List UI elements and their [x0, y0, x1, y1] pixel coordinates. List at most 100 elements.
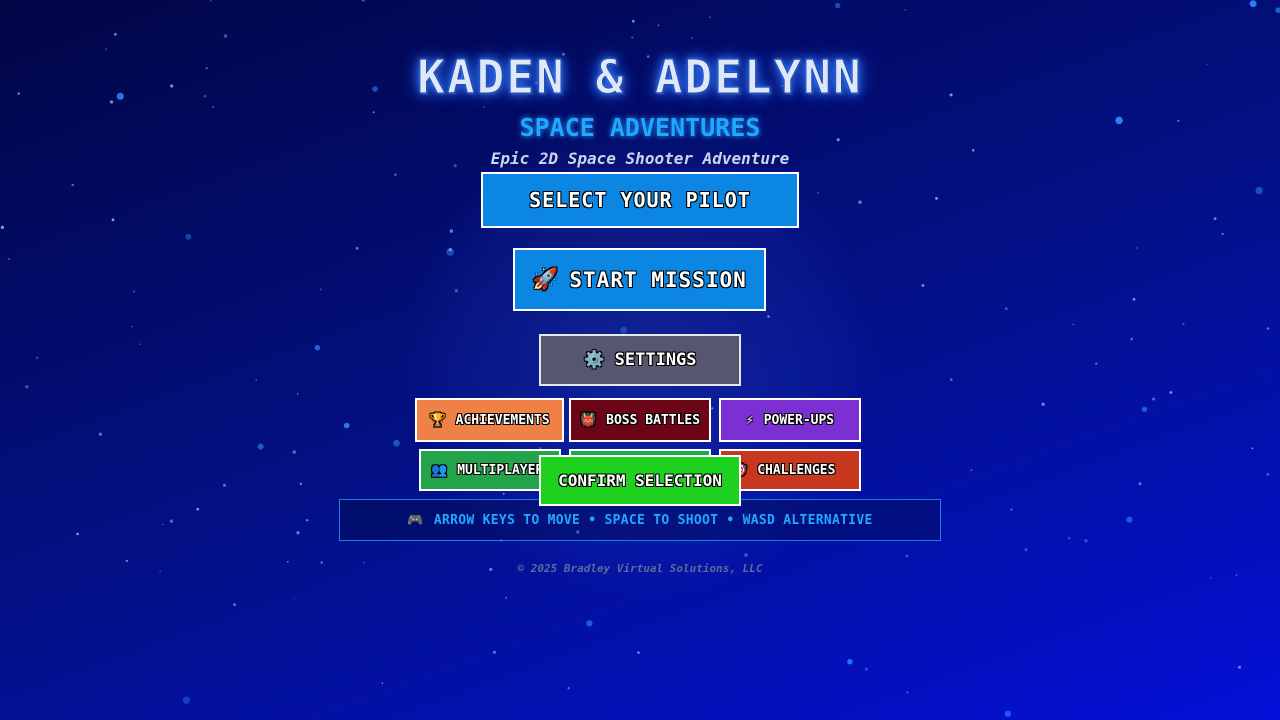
start-mission-label: START MISSION	[569, 267, 747, 292]
star	[0, 225, 4, 229]
power-ups-label: POWER-UPS	[763, 412, 835, 428]
star	[98, 432, 103, 436]
ogre-icon: 👹	[579, 412, 597, 428]
star	[631, 19, 635, 23]
star	[210, 0, 212, 2]
star	[133, 290, 136, 293]
star	[505, 596, 508, 599]
star	[1004, 710, 1012, 717]
star	[182, 696, 191, 704]
power-ups-button[interactable]: ⚡ POWER-UPS	[719, 398, 861, 442]
star	[864, 667, 868, 671]
select-pilot-button[interactable]: SELECT YOUR PILOT	[481, 172, 799, 228]
settings-button[interactable]: ⚙️ SETTINGS	[539, 334, 741, 386]
star	[834, 2, 841, 9]
game-subtitle: SPACE ADVENTURES	[519, 113, 761, 142]
star	[1130, 337, 1133, 341]
star	[361, 0, 365, 2]
star	[131, 325, 133, 328]
star	[935, 197, 938, 200]
confirm-selection-label: CONFIRM SELECTION	[558, 471, 722, 490]
star	[111, 218, 115, 222]
star	[196, 507, 200, 511]
controls-hint-text: ARROW KEYS TO MOVE • SPACE TO SHOOT • WA…	[433, 512, 873, 528]
star	[343, 422, 350, 429]
star	[1221, 232, 1224, 236]
challenges-label: CHALLENGES	[757, 462, 836, 478]
achievements-button[interactable]: 🏆 ACHIEVEMENTS	[415, 398, 564, 442]
users-icon: 👥	[431, 462, 448, 478]
star	[657, 24, 660, 27]
star	[1004, 307, 1008, 311]
star	[847, 658, 853, 665]
star	[905, 554, 909, 558]
star	[1136, 247, 1138, 249]
star	[162, 523, 164, 526]
star	[296, 393, 299, 395]
star	[1169, 391, 1173, 394]
star	[255, 379, 257, 381]
multiplayer-label: MULTIPLAYER	[457, 462, 544, 478]
select-pilot-label: SELECT YOUR PILOT	[529, 188, 751, 212]
star	[1213, 217, 1217, 221]
star	[1255, 186, 1263, 195]
star	[314, 345, 321, 351]
star	[223, 34, 228, 38]
star	[296, 531, 300, 535]
star	[1238, 665, 1241, 669]
star	[492, 650, 496, 654]
star	[233, 603, 236, 606]
settings-label: SETTINGS	[614, 350, 697, 370]
lightning-icon: ⚡	[745, 412, 754, 428]
star	[212, 106, 214, 108]
gear-icon: ⚙️	[583, 350, 605, 370]
star	[690, 37, 693, 39]
star	[1010, 508, 1013, 511]
star	[950, 378, 953, 381]
star	[1132, 297, 1136, 301]
star	[921, 284, 925, 287]
star	[292, 450, 296, 454]
star	[586, 620, 593, 627]
gamepad-icon: 🎮	[407, 512, 424, 528]
star	[306, 519, 309, 522]
start-mission-button[interactable]: 🚀 START MISSION	[513, 248, 766, 311]
achievements-label: ACHIEVEMENTS	[455, 412, 550, 428]
rocket-icon: 🚀	[532, 267, 560, 291]
star	[355, 246, 359, 250]
star	[1182, 322, 1185, 325]
star	[1210, 577, 1212, 579]
star	[185, 233, 192, 240]
star	[394, 173, 397, 176]
boss-battles-button[interactable]: 👹 BOSS BATTLES	[569, 398, 711, 442]
star	[1141, 406, 1148, 412]
confirm-selection-button[interactable]: CONFIRM SELECTION	[539, 455, 741, 506]
star	[222, 483, 227, 487]
star	[25, 385, 29, 389]
trophy-icon: 🏆	[429, 412, 446, 428]
star	[1251, 447, 1254, 450]
star	[1095, 362, 1098, 365]
star	[257, 443, 264, 450]
star	[906, 691, 909, 694]
star	[858, 200, 862, 204]
star	[293, 597, 295, 599]
star	[1275, 7, 1280, 13]
star	[567, 687, 570, 690]
star	[1084, 539, 1088, 543]
star	[1067, 536, 1071, 540]
game-title: KADEN & ADELYNN	[417, 50, 863, 105]
star	[1266, 327, 1270, 330]
star	[817, 192, 819, 194]
star	[114, 32, 117, 36]
star	[139, 343, 141, 345]
star	[1126, 516, 1133, 523]
star	[393, 439, 400, 447]
star	[1072, 323, 1075, 326]
star	[637, 651, 640, 654]
star	[631, 36, 634, 39]
star	[1041, 402, 1045, 406]
star	[381, 682, 384, 684]
star	[1266, 473, 1270, 476]
star	[904, 9, 906, 11]
